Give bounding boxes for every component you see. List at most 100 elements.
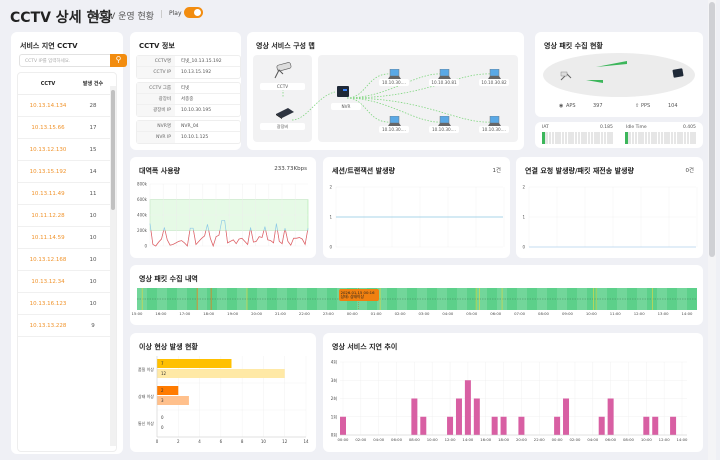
nvr-icon [337,86,349,97]
x-tick-label: 00:00 [338,437,350,442]
gauge-segment [600,132,603,144]
info-row: NVR명 NVR_04 [137,121,240,132]
table-row[interactable]: 10.13.12.130 15 [18,139,116,161]
pps-value: 104 [668,103,678,109]
latency-bar [420,416,427,435]
info-key: CCTV IP [137,67,175,78]
table-row[interactable]: 10.13.15.192 14 [18,161,116,183]
gauge-segment [660,132,664,144]
gauge-segment [631,132,634,144]
anomaly-bar [157,359,232,368]
client-label[interactable]: 10.10.30.... [429,126,459,133]
info-key: 광장비 IP [137,105,175,116]
x-tick-label: 12:00 [634,311,646,316]
event-count: 10 [89,256,97,263]
info-row: 광장비 서종중 [137,94,240,105]
cctv-ip: 10.13.13.228 [29,322,67,329]
info-row: CCTV 그룹 티넷 [137,83,240,94]
client-label[interactable]: 10.10.30.82 [479,79,509,86]
table-row[interactable]: 10.13.12.168 10 [18,249,116,271]
client-label[interactable]: 10.10.30.... [379,126,409,133]
page-scrollbar[interactable] [708,0,716,460]
gauge-segment [587,132,590,144]
search-button[interactable]: ⚲ [110,54,127,67]
gauge-segment [590,132,594,144]
anomaly-bar [157,369,285,378]
scrollbar-thumb[interactable] [111,90,115,210]
table-row[interactable]: 10.11.12.28 10 [18,205,116,227]
info-key: CCTV 그룹 [137,83,175,93]
info-value: 티넷 [181,86,190,91]
table-row[interactable]: 10.11.14.59 10 [18,227,116,249]
table-row[interactable]: 10.13.15.66 17 [18,117,116,139]
event-count: 17 [89,124,97,131]
play-toggle[interactable] [184,7,203,18]
table-row[interactable]: 10.13.13.228 9 [18,315,116,337]
search-input[interactable]: CCTV IP를 입력하세요. [19,54,114,67]
laptop-icon [388,65,401,79]
x-tick-label: 20:00 [516,437,528,442]
page-scrollbar-thumb[interactable] [709,2,715,257]
x-tick-label: 10:00 [641,437,653,442]
x-tick-label: 09:00 [562,311,574,316]
y-tick-label: 1 [329,215,332,220]
latency-bar [411,398,418,435]
gauge-segment [683,132,686,144]
table-row[interactable]: 10.13.14.134 28 [18,95,116,117]
latency-bar [491,416,498,435]
info-row: CCTV IP 10.13.15.192 [137,67,240,78]
latency-bar [447,416,454,435]
latency-bar [598,416,605,435]
bandwidth-chart: 0 200k 400k 600k 800k [137,182,309,249]
table-header: CCTV 발생 건수 [18,73,116,95]
y-tick-label: 600k [137,197,148,202]
x-tick-label: 01:00 [371,311,383,316]
x-tick-label: 14 [303,439,309,444]
x-tick-label: 08:00 [538,311,550,316]
latency-chart: 0회 1회 2회 3회 4회 00:00 02:00 04:00 06:00 08:00 10:00… [331,359,688,443]
idle-value: 0.405 [683,125,696,130]
event-count: 14 [89,168,97,175]
y-tick-label: 1 [522,215,525,220]
gauge-segment [651,132,654,144]
timeline-chart[interactable]: 15:00 16:00 17:00 18:00 19:00 20:00 21:00 22:00… [130,265,703,325]
timeline-tooltip: 2026.01.15 00:16 상태: 상태이상 [338,289,379,301]
y-tick-label: 200k [137,228,148,233]
x-tick-label: 18:00 [203,311,215,316]
x-tick-label: 14:00 [682,311,694,316]
x-tick-label: 18:00 [498,437,510,442]
cctv-info-panel: CCTV 정보 CCTV명 티넷_10.13.15.192 CCTV IP 10.13… [130,32,241,150]
scrollbar[interactable] [110,86,116,446]
x-tick-label: 02:00 [569,437,581,442]
x-tick-label: 19:00 [227,311,239,316]
event-count: 15 [89,146,97,153]
aps-value: 397 [593,103,603,109]
panel-title: 영상 패킷 수집 현황 [544,42,603,50]
x-tick-label: 6 [220,439,223,444]
client-label[interactable]: 10.10.30.... [479,126,509,133]
iat-value: 0.185 [600,125,613,130]
latency-panel: 영상 서비스 지연 추이 0회 1회 2회 3회 4회 00:00 02:00 04:00 06… [323,333,703,452]
latency-bar [500,416,507,435]
x-tick-label: 00:00 [347,311,359,316]
panel-title: 서비스 지연 CCTV [20,42,78,50]
client-label[interactable]: 10.10.30.81 [429,79,459,86]
table-row[interactable]: 10.13.11.49 11 [18,183,116,205]
cctv-ip: 10.11.12.28 [31,212,65,219]
y-tick-label: 1회 [331,413,338,419]
x-tick-label: 16:00 [480,437,492,442]
gauge-segment [555,132,558,144]
y-tick-label: 2 [329,185,332,190]
client-label[interactable]: 10.10.30.... [379,79,409,86]
gauge-segment [607,132,610,144]
x-tick-label: 8 [241,439,244,444]
info-key: 광장비 [137,94,175,104]
table-row[interactable]: 10.13.16.123 10 [18,293,116,315]
table-row[interactable]: 10.13.12.34 10 [18,271,116,293]
delay-table: CCTV 발생 건수 10.13.14.134 28 10.13.15.66 17 10… [17,72,117,452]
latency-bar [670,416,677,435]
y-tick-label: 400k [137,213,148,218]
x-tick-label: 20:00 [251,311,263,316]
connection-chart: 0 1 2 [522,185,698,250]
event-count: 28 [89,102,97,109]
